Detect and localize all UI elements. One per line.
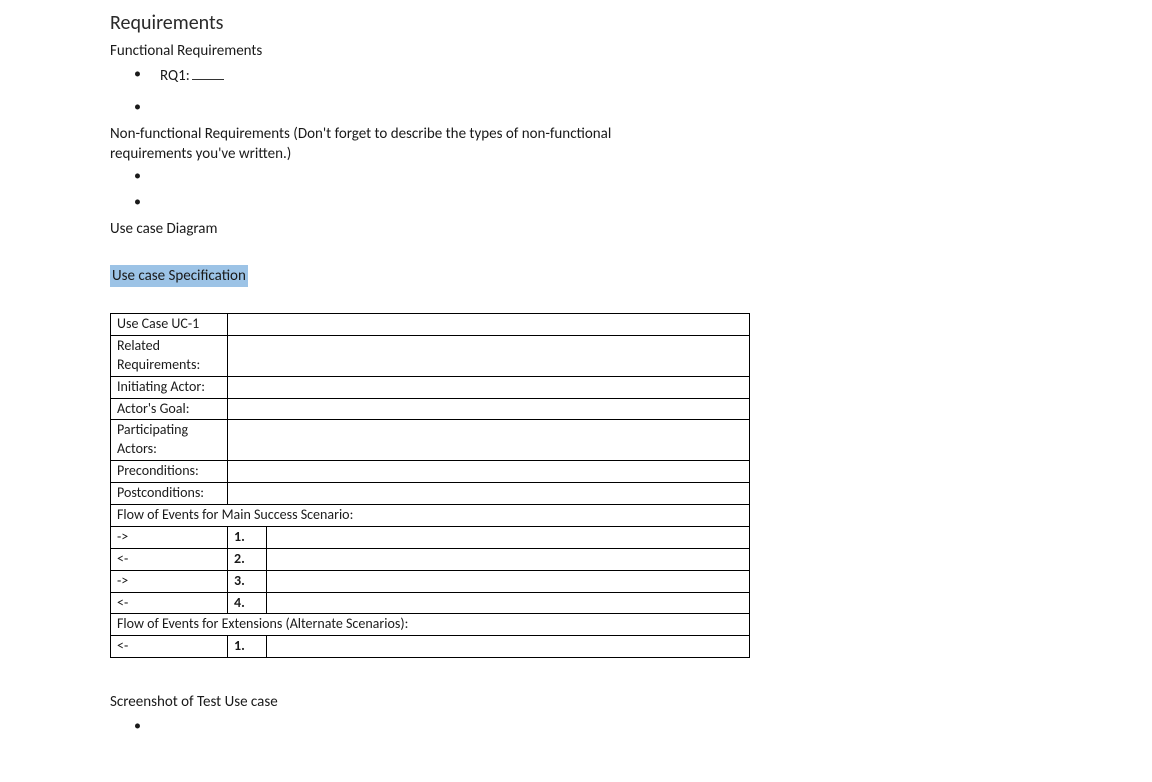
table-row: -> 3. xyxy=(111,570,750,592)
flow-num: 1. xyxy=(228,636,267,658)
usecase-spec-heading-wrapper: Use case Specification xyxy=(110,265,1152,287)
uc-label: Preconditions: xyxy=(111,461,228,483)
flow-ext-header: Flow of Events for Extensions (Alternate… xyxy=(111,614,750,636)
uc-value xyxy=(228,461,750,483)
rq1-label: RQ1: xyxy=(152,67,190,85)
table-row: Preconditions: xyxy=(111,461,750,483)
flow-num: 1. xyxy=(228,526,267,548)
list-item xyxy=(152,717,1152,731)
uc-label: Use Case UC-1 xyxy=(111,314,228,336)
table-row: Participating Actors: xyxy=(111,420,750,461)
table-row: <- 2. xyxy=(111,548,750,570)
flow-desc xyxy=(267,636,750,658)
document-page: Requirements Functional Requirements RQ1… xyxy=(0,0,1152,782)
flow-dir: -> xyxy=(111,570,228,592)
table-row: Actor's Goal: xyxy=(111,398,750,420)
table-row: Postconditions: xyxy=(111,483,750,505)
flow-desc xyxy=(267,526,750,548)
uc-value xyxy=(228,483,750,505)
usecase-spec-table: Use Case UC-1 Related Requirements: Init… xyxy=(110,313,750,658)
screenshot-list xyxy=(110,717,1152,731)
flow-main-header: Flow of Events for Main Success Scenario… xyxy=(111,505,750,527)
nonfunctional-requirements-list xyxy=(110,167,1152,207)
list-item xyxy=(152,98,1152,112)
uc-label: Actor's Goal: xyxy=(111,398,228,420)
usecase-spec-heading: Use case Specification xyxy=(110,265,248,287)
uc-value xyxy=(228,398,750,420)
nonfunctional-requirements-heading: Non-functional Requirements (Don't forge… xyxy=(110,124,670,165)
table-row: Related Requirements: xyxy=(111,335,750,376)
uc-value xyxy=(228,314,750,336)
flow-num: 3. xyxy=(228,570,267,592)
functional-requirements-heading: Functional Requirements xyxy=(110,41,1152,61)
flow-desc xyxy=(267,592,750,614)
list-item xyxy=(152,193,1152,207)
uc-value xyxy=(228,335,750,376)
flow-desc xyxy=(267,548,750,570)
table-row: Use Case UC-1 xyxy=(111,314,750,336)
blank-underline xyxy=(192,65,224,80)
list-item xyxy=(152,167,1152,181)
list-item: RQ1: xyxy=(152,65,1152,86)
usecase-diagram-heading: Use case Diagram xyxy=(110,219,1152,239)
table-row: <- 1. xyxy=(111,636,750,658)
table-row: Flow of Events for Main Success Scenario… xyxy=(111,505,750,527)
table-row: -> 1. xyxy=(111,526,750,548)
uc-value xyxy=(228,376,750,398)
flow-dir: <- xyxy=(111,592,228,614)
flow-num: 2. xyxy=(228,548,267,570)
flow-dir: -> xyxy=(111,526,228,548)
flow-dir: <- xyxy=(111,636,228,658)
uc-label: Related Requirements: xyxy=(111,335,228,376)
uc-label: Postconditions: xyxy=(111,483,228,505)
table-row: Initiating Actor: xyxy=(111,376,750,398)
uc-value xyxy=(228,420,750,461)
requirements-title: Requirements xyxy=(110,10,1152,37)
table-row: <- 4. xyxy=(111,592,750,614)
flow-dir: <- xyxy=(111,548,228,570)
flow-num: 4. xyxy=(228,592,267,614)
flow-desc xyxy=(267,570,750,592)
functional-requirements-list: RQ1: xyxy=(110,65,1152,112)
uc-label: Initiating Actor: xyxy=(111,376,228,398)
uc-label: Participating Actors: xyxy=(111,420,228,461)
screenshot-test-usecase-heading: Screenshot of Test Use case xyxy=(110,692,1152,712)
table-row: Flow of Events for Extensions (Alternate… xyxy=(111,614,750,636)
